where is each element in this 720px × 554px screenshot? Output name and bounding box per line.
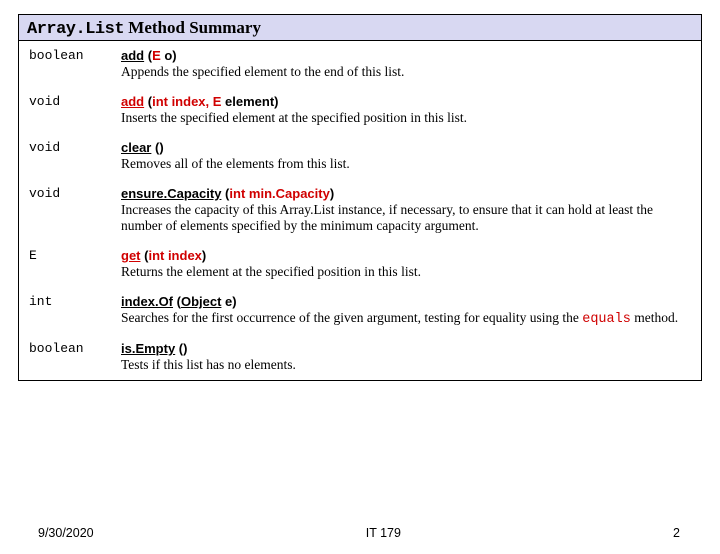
table-row: voidadd (int index, E element)Inserts th… [19, 87, 701, 133]
method-description: Tests if this list has no elements. [121, 357, 691, 373]
table-row: intindex.Of (Object e)Searches for the f… [19, 287, 701, 334]
method-cell: add (E o)Appends the specified element t… [111, 41, 701, 87]
title-text: Method Summary [124, 18, 261, 37]
footer-page: 2 [673, 526, 680, 540]
return-type: int [19, 287, 111, 334]
footer-date: 9/30/2020 [38, 526, 94, 540]
method-cell: get (int index)Returns the element at th… [111, 241, 701, 287]
method-signature: is.Empty () [121, 341, 691, 356]
footer-center: IT 179 [366, 526, 401, 540]
return-type: void [19, 179, 111, 241]
table-row: booleanadd (E o)Appends the specified el… [19, 41, 701, 87]
table-row: booleanis.Empty ()Tests if this list has… [19, 334, 701, 380]
footer: 9/30/2020 IT 179 2 [0, 526, 720, 540]
content-frame: Array.List Method Summary booleanadd (E … [18, 14, 702, 381]
return-type: E [19, 241, 111, 287]
method-description: Increases the capacity of this Array.Lis… [121, 202, 691, 234]
method-description: Inserts the specified element at the spe… [121, 110, 691, 126]
method-cell: index.Of (Object e)Searches for the firs… [111, 287, 701, 334]
method-description: Appends the specified element to the end… [121, 64, 691, 80]
method-description: Searches for the first occurrence of the… [121, 310, 691, 327]
method-signature: get (int index) [121, 248, 691, 263]
method-cell: ensure.Capacity (int min.Capacity)Increa… [111, 179, 701, 241]
method-signature: add (int index, E element) [121, 94, 691, 109]
title-bar: Array.List Method Summary [19, 15, 701, 41]
method-table: booleanadd (E o)Appends the specified el… [19, 41, 701, 380]
method-description: Returns the element at the specified pos… [121, 264, 691, 280]
method-description: Removes all of the elements from this li… [121, 156, 691, 172]
method-cell: is.Empty ()Tests if this list has no ele… [111, 334, 701, 380]
return-type: void [19, 87, 111, 133]
method-cell: add (int index, E element)Inserts the sp… [111, 87, 701, 133]
return-type: boolean [19, 334, 111, 380]
title-classname: Array.List [27, 20, 124, 39]
method-signature: ensure.Capacity (int min.Capacity) [121, 186, 691, 201]
table-row: voidensure.Capacity (int min.Capacity)In… [19, 179, 701, 241]
method-signature: add (E o) [121, 48, 691, 63]
method-signature: clear () [121, 140, 691, 155]
return-type: void [19, 133, 111, 179]
table-row: voidclear ()Removes all of the elements … [19, 133, 701, 179]
return-type: boolean [19, 41, 111, 87]
method-cell: clear ()Removes all of the elements from… [111, 133, 701, 179]
table-row: Eget (int index)Returns the element at t… [19, 241, 701, 287]
method-signature: index.Of (Object e) [121, 294, 691, 309]
